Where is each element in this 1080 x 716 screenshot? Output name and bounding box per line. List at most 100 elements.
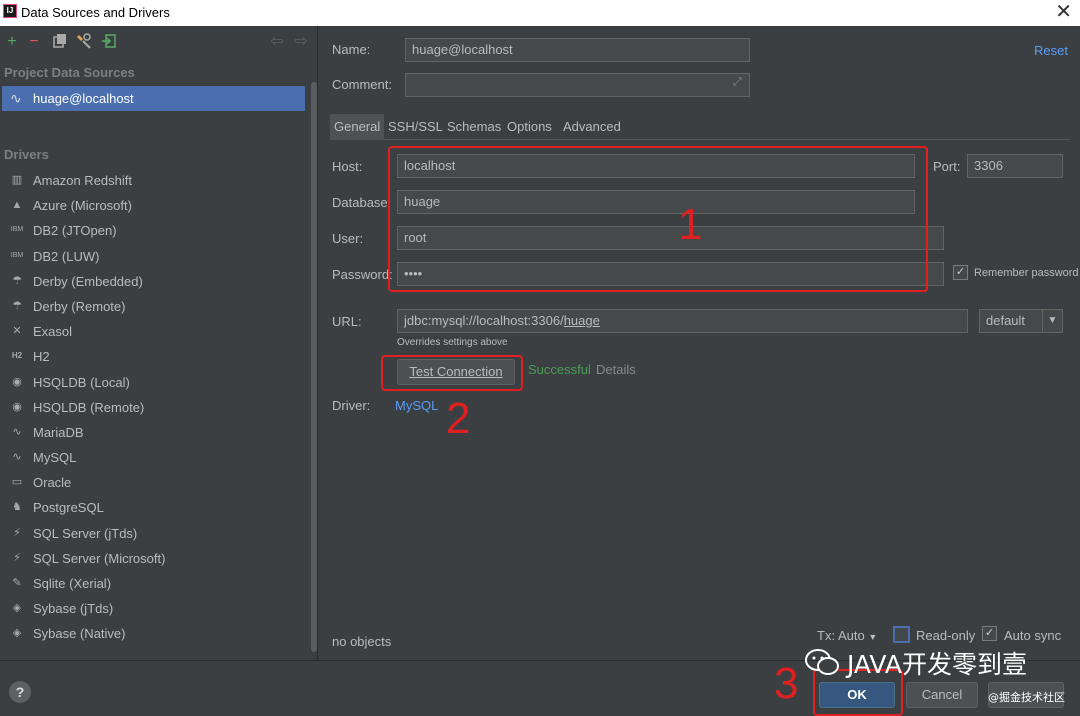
wechat-icon [805,649,839,675]
driver-item[interactable]: ✎ Sqlite (Xerial) [0,571,305,596]
driver-item[interactable]: ◈ Sybase (Native) [0,621,305,646]
driver-item[interactable]: IBM DB2 (LUW) [0,244,305,269]
driver-icon: IBM [10,226,24,234]
driver-item[interactable]: ⚡ SQL Server (Microsoft) [0,546,305,571]
tx-mode-select[interactable]: Tx: Auto ▼ [817,628,877,643]
expand-icon[interactable]: ⤢ [733,76,742,89]
password-label: Password: [332,267,393,282]
forward-icon[interactable]: ⇨ [292,33,310,51]
data-source-label: huage@localhost [33,91,134,106]
import-icon[interactable] [100,33,118,51]
details-link[interactable]: Details [596,362,636,377]
driver-item[interactable]: ⚡ SQL Server (jTds) [0,521,305,546]
url-prefix: jdbc:mysql://localhost:3306/ [404,313,564,328]
close-icon[interactable]: ✕ [1055,1,1072,23]
driver-item[interactable]: ◈ Sybase (jTds) [0,596,305,621]
driver-icon: ▲ [11,199,23,212]
driver-icon: ⚡ [13,551,21,564]
add-icon[interactable]: + [3,33,21,51]
driver-item[interactable]: ✕ Exasol [0,319,305,344]
driver-icon: ∿ [12,451,22,464]
tab-advanced[interactable]: Advanced [559,114,625,140]
driver-icon: ◈ [12,602,22,615]
driver-label: HSQLDB (Remote) [33,399,145,415]
tx-mode-label: Tx: Auto [817,628,865,643]
name-field[interactable]: huage@localhost [405,38,750,62]
driver-label: PostgreSQL [33,500,104,516]
watermark-text: JAVA开发零到壹 [846,650,1027,679]
drivers-title: Drivers [4,147,49,162]
port-label: Port: [933,159,961,174]
user-label: User: [332,231,364,246]
remove-icon[interactable]: − [25,33,43,51]
copy-icon[interactable] [51,33,69,51]
settings-icon[interactable] [75,33,93,51]
driver-item[interactable]: ▭ Oracle [0,470,305,495]
cancel-button[interactable]: Cancel [906,682,978,708]
annotation-box-1 [388,146,928,292]
read-only-checkbox[interactable] [893,626,910,643]
tab-general[interactable]: General [330,114,385,140]
chevron-down-icon[interactable]: ▼ [1042,310,1062,332]
driver-icon: ✕ [12,325,22,338]
data-source-item[interactable]: ∿ huage@localhost [2,86,305,111]
port-field[interactable]: 3306 [967,154,1063,178]
driver-item[interactable]: ◉ HSQLDB (Remote) [0,395,305,420]
driver-icon: ◈ [12,627,22,640]
driver-item[interactable]: IBM DB2 (JTOpen) [0,218,305,243]
driver-icon: ☂ [12,274,22,287]
comment-field[interactable] [405,73,750,97]
driver-icon: ▥ [11,174,23,186]
driver-item[interactable]: ☂ Derby (Remote) [0,294,305,319]
driver-label: SQL Server (Microsoft) [33,550,166,566]
tab-schemas[interactable]: Schemas [443,114,505,140]
url-label: URL: [332,314,362,329]
remember-password-checkbox[interactable]: ✓ [953,265,968,280]
driver-item[interactable]: ♞ PostgreSQL [0,495,305,520]
read-only-label: Read-only [916,628,976,643]
driver-link[interactable]: MySQL [395,398,438,413]
driver-label: Sybase (jTds) [33,601,114,617]
title-bar: IJ Data Sources and Drivers ✕ [0,0,1080,26]
watermark-sub: @掘金技术社区 [988,691,1065,704]
driver-item[interactable]: ∿ MariaDB [0,420,305,445]
host-label: Host: [332,159,363,174]
left-scrollbar[interactable] [311,82,317,652]
url-field[interactable]: jdbc:mysql://localhost:3306/huage [397,309,968,333]
reset-link[interactable]: Reset [1034,43,1068,58]
driver-item[interactable]: ∿ MySQL [0,445,305,470]
driver-icon: ◉ [12,375,22,388]
driver-label: Amazon Redshift [33,173,132,188]
back-icon[interactable]: ⇦ [268,33,286,51]
driver-icon: ♞ [12,501,22,514]
driver-item[interactable]: ▲ Azure (Microsoft) [0,193,305,218]
driver-item[interactable]: ◉ HSQLDB (Local) [0,370,305,395]
url-mode-value: default [986,313,1026,328]
driver-icon: ☂ [12,299,22,312]
auto-sync-checkbox[interactable]: ✓ [982,626,997,641]
url-mode-select[interactable]: default ▼ [979,309,1063,333]
driver-label: Azure (Microsoft) [33,198,132,214]
left-panel: + − ⇦ ⇨ Project Data Sources ∿ huage@loc… [0,26,318,660]
driver-item[interactable]: ▥ Amazon Redshift [0,168,305,193]
name-label: Name: [332,42,371,57]
test-connection-button[interactable]: Test Connection [397,359,515,385]
driver-label: SQL Server (jTds) [33,525,138,541]
project-data-sources-title: Project Data Sources [4,65,135,80]
watermark: JAVA开发零到壹 [805,645,1027,681]
test-status: Successful [528,362,591,377]
driver-label: Sqlite (Xerial) [33,576,112,591]
driver-item[interactable]: H2 H2 [0,344,305,369]
auto-sync-label: Auto sync [1004,628,1062,643]
driver-label: Driver: [332,398,371,413]
help-icon[interactable]: ? [9,681,31,703]
driver-label: DB2 (JTOpen) [33,223,117,239]
driver-icon: IBM [10,251,24,259]
driver-item[interactable]: ☂ Derby (Embedded) [0,269,305,294]
remember-password-label: Remember password [974,267,1079,279]
left-toolbar: + − ⇦ ⇨ [0,26,318,60]
tab-ssh-ssl[interactable]: SSH/SSL [384,114,447,140]
intellij-app-icon: IJ [3,4,17,18]
annotation-number-3: 3 [774,659,799,708]
tab-options[interactable]: Options [503,114,556,140]
